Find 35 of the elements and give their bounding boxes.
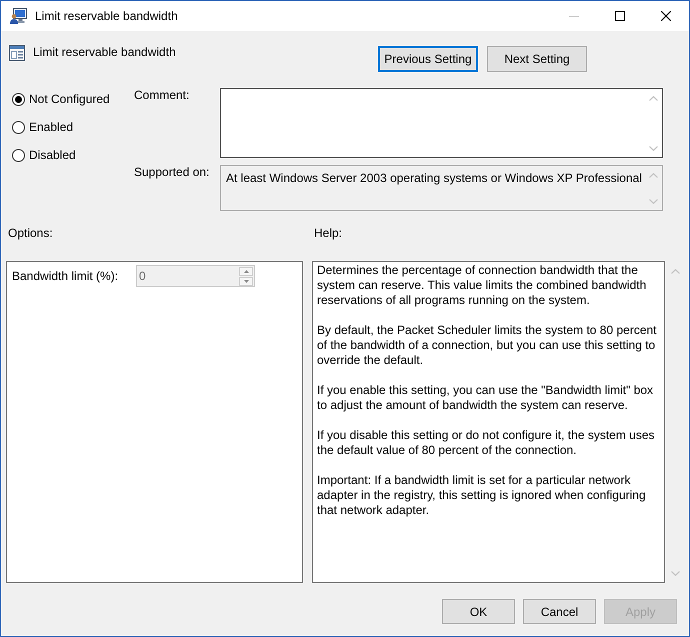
radio-option[interactable]: Enabled — [12, 120, 74, 134]
option-label: Bandwidth limit (%): — [12, 269, 120, 283]
previous-setting-button[interactable]: Previous Setting — [378, 46, 478, 72]
scroll-down-icon — [649, 199, 658, 204]
comment-field[interactable] — [220, 88, 663, 158]
options-label: Options: — [7, 226, 53, 240]
radio-icon[interactable] — [12, 120, 25, 134]
computer-icon — [10, 8, 27, 24]
supported-on-label: Supported on: — [134, 165, 210, 179]
help-paragraph: If you disable this setting or do not configure it, the system uses the default value of 80 percent of the connection. — [317, 428, 656, 458]
help-paragraph: Important: If a bandwidth limit is set for a particular network adapter in the registry, this setting is ignored when configuring that network adapter. — [317, 473, 647, 518]
window-icon — [9, 45, 25, 61]
up-arrow-icon — [244, 270, 248, 272]
ok-button[interactable]: OK — [442, 599, 515, 624]
scroll-down-icon — [649, 146, 658, 151]
setting-title: Limit reservable bandwidth — [33, 45, 176, 59]
down-arrow-icon — [244, 280, 248, 282]
spin-value: 0 — [138, 269, 146, 283]
next-setting-button[interactable]: Next Setting — [487, 46, 587, 72]
radio-icon[interactable] — [12, 148, 25, 162]
help-paragraph: If you enable this setting, you can use the "Bandwidth limit" box to adjust the amount of bandwidth the system can reserve. — [317, 383, 654, 413]
cancel-button[interactable]: Cancel — [523, 599, 596, 624]
radio-icon[interactable] — [12, 92, 25, 106]
scroll-up-icon — [649, 173, 658, 178]
scroll-down-icon — [670, 571, 680, 576]
scroll-up-icon — [670, 269, 680, 274]
comment-label: Comment: — [134, 88, 190, 102]
help-label: Help: — [313, 226, 342, 240]
radio-option[interactable]: Disabled — [12, 148, 76, 162]
radio-option[interactable]: Not Configured — [12, 92, 110, 106]
supported-on-text: At least Windows Server 2003 operating systems or Windows XP Professional — [225, 170, 642, 185]
scroll-up-icon — [649, 96, 658, 101]
help-paragraph: By default, the Packet Scheduler limits the system to 80 percent of the bandwidth of a connection, but you can use this setting to override the default. — [317, 323, 658, 368]
help-paragraph: Determines the percentage of connection bandwidth that the system can reserve. This value limits the combined bandwidth reservations of all programs running on the system. — [317, 263, 648, 308]
window-title: Limit reservable bandwidth — [35, 9, 178, 23]
